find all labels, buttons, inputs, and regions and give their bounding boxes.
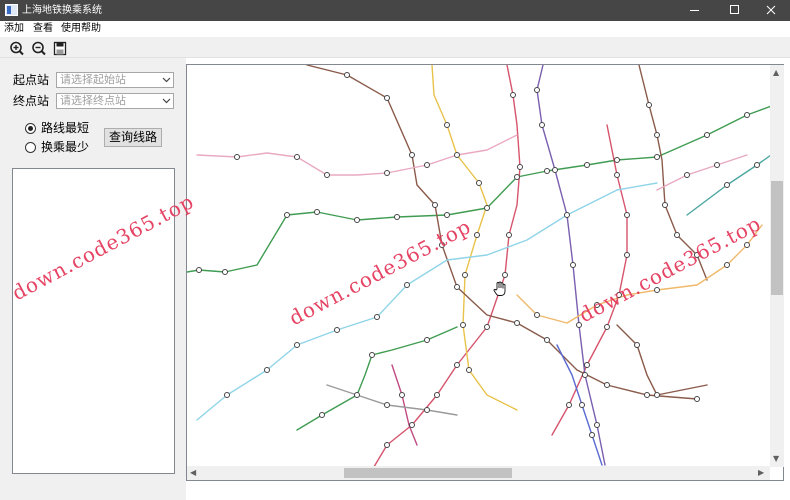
menu-view[interactable]: 查看 <box>33 23 53 35</box>
maximize-button[interactable] <box>713 0 753 21</box>
chevron-down-icon <box>162 77 171 83</box>
radio-shortest-label: 路线最短 <box>41 121 90 135</box>
menu-help[interactable]: 使用帮助 <box>61 23 101 35</box>
horizontal-scrollbar[interactable]: ◀ ▶ <box>187 466 770 480</box>
metro-map-view[interactable] <box>186 64 784 481</box>
save-icon <box>53 41 67 56</box>
start-station-combo[interactable]: 请选择起始站 <box>56 72 174 88</box>
metro-line-magenta <box>391 364 418 446</box>
metro-line-darkbrown <box>616 324 708 396</box>
metro-line-red <box>365 65 521 480</box>
start-station-placeholder: 请选择起始站 <box>60 73 126 86</box>
end-station-label: 终点站 <box>13 94 50 108</box>
end-station-combo[interactable]: 请选择终点站 <box>56 93 174 109</box>
metro-line-grey <box>326 384 458 416</box>
scroll-up-icon[interactable]: ▲ <box>773 68 779 78</box>
metro-line-yellow <box>431 65 518 411</box>
maximize-icon <box>730 5 739 14</box>
horizontal-scroll-thumb[interactable] <box>344 468 512 478</box>
metro-line-brown-east <box>638 65 708 281</box>
menu-add[interactable]: 添加 <box>4 23 24 35</box>
scroll-left-icon[interactable]: ◀ <box>190 468 196 478</box>
metro-line-pink-east <box>656 154 748 191</box>
radio-unchecked-icon <box>25 142 36 153</box>
minimize-icon <box>690 10 699 11</box>
zoom-in-button[interactable] <box>7 39 25 56</box>
zoom-out-icon <box>32 41 46 56</box>
zoom-in-icon <box>10 41 24 56</box>
window-title: 上海地铁换乘系统 <box>22 5 102 16</box>
chevron-down-icon <box>162 98 171 104</box>
start-station-label: 起点站 <box>13 73 50 87</box>
vertical-scroll-thumb[interactable] <box>771 181 783 295</box>
toolbar <box>0 37 790 58</box>
menu-bar: 添加 查看 使用帮助 <box>0 21 790 37</box>
close-icon <box>766 5 776 15</box>
app-icon <box>5 4 18 16</box>
scroll-down-icon[interactable]: ▼ <box>773 454 779 464</box>
metro-line-red-east <box>551 124 628 436</box>
zoom-out-button[interactable] <box>29 39 47 56</box>
end-station-placeholder: 请选择终点站 <box>60 94 126 107</box>
title-bar: 上海地铁换乘系统 <box>0 0 790 21</box>
minimize-button[interactable] <box>673 0 713 21</box>
metro-line-pink <box>196 134 518 176</box>
metro-line-lightblue <box>196 182 658 421</box>
metro-map[interactable] <box>187 65 784 481</box>
hand-cursor-icon <box>493 281 506 296</box>
save-button[interactable] <box>50 39 68 56</box>
metro-line-green <box>187 100 783 273</box>
radio-checked-icon <box>25 123 36 134</box>
metro-line-orange <box>516 224 763 324</box>
query-route-button[interactable]: 查询线路 <box>104 128 162 147</box>
route-result-list[interactable] <box>12 168 175 474</box>
control-panel: 起点站 请选择起始站 终点站 请选择终点站 路线最短 换乘最少 查询线路 <box>0 58 186 500</box>
radio-fewest-label: 换乘最少 <box>41 140 90 154</box>
scroll-right-icon[interactable]: ▶ <box>758 468 764 478</box>
vertical-scrollbar[interactable]: ▲ ▼ <box>770 65 784 467</box>
close-button[interactable] <box>750 0 790 21</box>
